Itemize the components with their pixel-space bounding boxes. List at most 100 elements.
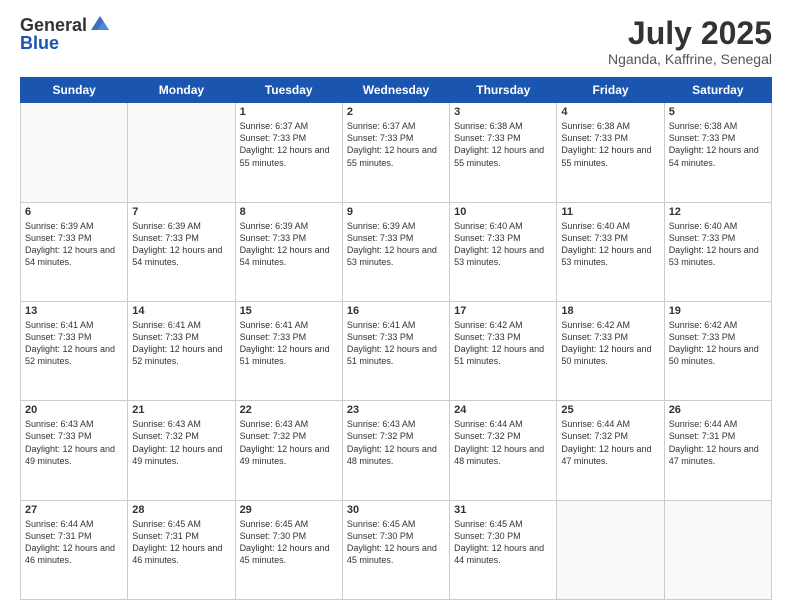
day-info: Sunrise: 6:43 AM Sunset: 7:33 PM Dayligh… — [25, 418, 123, 467]
day-info: Sunrise: 6:40 AM Sunset: 7:33 PM Dayligh… — [561, 220, 659, 269]
calendar-cell: 10 Sunrise: 6:40 AM Sunset: 7:33 PM Dayli… — [450, 202, 557, 301]
calendar-cell: 15 Sunrise: 6:41 AM Sunset: 7:33 PM Dayli… — [235, 301, 342, 400]
day-number: 29 — [240, 504, 338, 516]
calendar-cell: 1 Sunrise: 6:37 AM Sunset: 7:33 PM Daylig… — [235, 103, 342, 202]
day-number: 5 — [669, 106, 767, 118]
day-number: 15 — [240, 305, 338, 317]
calendar-table: SundayMondayTuesdayWednesdayThursdayFrid… — [20, 77, 772, 600]
day-info: Sunrise: 6:37 AM Sunset: 7:33 PM Dayligh… — [347, 120, 445, 169]
calendar-cell: 20 Sunrise: 6:43 AM Sunset: 7:33 PM Dayli… — [21, 401, 128, 500]
calendar-week-1: 1 Sunrise: 6:37 AM Sunset: 7:33 PM Daylig… — [21, 103, 772, 202]
day-info: Sunrise: 6:44 AM Sunset: 7:32 PM Dayligh… — [454, 418, 552, 467]
calendar-cell: 8 Sunrise: 6:39 AM Sunset: 7:33 PM Daylig… — [235, 202, 342, 301]
day-number: 25 — [561, 404, 659, 416]
page: General Blue July 2025 Nganda, Kaffrine,… — [0, 0, 792, 612]
day-info: Sunrise: 6:41 AM Sunset: 7:33 PM Dayligh… — [25, 319, 123, 368]
day-info: Sunrise: 6:44 AM Sunset: 7:31 PM Dayligh… — [25, 518, 123, 567]
day-number: 16 — [347, 305, 445, 317]
day-number: 18 — [561, 305, 659, 317]
day-number: 14 — [132, 305, 230, 317]
day-info: Sunrise: 6:39 AM Sunset: 7:33 PM Dayligh… — [240, 220, 338, 269]
day-number: 4 — [561, 106, 659, 118]
calendar-cell: 28 Sunrise: 6:45 AM Sunset: 7:31 PM Dayli… — [128, 500, 235, 599]
logo: General Blue — [20, 16, 111, 52]
calendar-cell: 4 Sunrise: 6:38 AM Sunset: 7:33 PM Daylig… — [557, 103, 664, 202]
day-number: 28 — [132, 504, 230, 516]
day-info: Sunrise: 6:40 AM Sunset: 7:33 PM Dayligh… — [454, 220, 552, 269]
day-number: 10 — [454, 206, 552, 218]
calendar-cell: 7 Sunrise: 6:39 AM Sunset: 7:33 PM Daylig… — [128, 202, 235, 301]
calendar-cell: 5Sunrise: 6:38 AM Sunset: 7:33 PM Daylig… — [664, 103, 771, 202]
day-number: 1 — [240, 106, 338, 118]
logo-general: General — [20, 16, 87, 34]
calendar-cell: 18Sunrise: 6:42 AM Sunset: 7:33 PM Dayli… — [557, 301, 664, 400]
calendar-cell: 31 Sunrise: 6:45 AM Sunset: 7:30 PM Dayli… — [450, 500, 557, 599]
day-number: 9 — [347, 206, 445, 218]
header: General Blue July 2025 Nganda, Kaffrine,… — [20, 16, 772, 67]
calendar-cell: 26 Sunrise: 6:44 AM Sunset: 7:31 PM Dayli… — [664, 401, 771, 500]
day-info: Sunrise: 6:39 AM Sunset: 7:33 PM Dayligh… — [132, 220, 230, 269]
calendar-cell: 9 Sunrise: 6:39 AM Sunset: 7:33 PM Daylig… — [342, 202, 449, 301]
calendar-cell: 11 Sunrise: 6:40 AM Sunset: 7:33 PM Dayli… — [557, 202, 664, 301]
day-of-week-saturday: Saturday — [664, 78, 771, 103]
calendar-cell: 13 Sunrise: 6:41 AM Sunset: 7:33 PM Dayli… — [21, 301, 128, 400]
day-number: 8 — [240, 206, 338, 218]
day-of-week-sunday: Sunday — [21, 78, 128, 103]
month-year: July 2025 — [608, 16, 772, 51]
calendar-week-3: 13 Sunrise: 6:41 AM Sunset: 7:33 PM Dayli… — [21, 301, 772, 400]
day-number: 13 — [25, 305, 123, 317]
day-number: 11 — [561, 206, 659, 218]
calendar-cell: 24 Sunrise: 6:44 AM Sunset: 7:32 PM Dayli… — [450, 401, 557, 500]
day-info: Sunrise: 6:44 AM Sunset: 7:32 PM Dayligh… — [561, 418, 659, 467]
day-info: Sunrise: 6:42 AM Sunset: 7:33 PM Dayligh… — [454, 319, 552, 368]
calendar-cell — [664, 500, 771, 599]
day-info: Sunrise: 6:41 AM Sunset: 7:33 PM Dayligh… — [240, 319, 338, 368]
day-number: 6 — [25, 206, 123, 218]
day-number: 2 — [347, 106, 445, 118]
calendar-cell: 23Sunrise: 6:43 AM Sunset: 7:32 PM Dayli… — [342, 401, 449, 500]
calendar-cell — [128, 103, 235, 202]
day-info: Sunrise: 6:41 AM Sunset: 7:33 PM Dayligh… — [347, 319, 445, 368]
day-info: Sunrise: 6:37 AM Sunset: 7:33 PM Dayligh… — [240, 120, 338, 169]
day-number: 17 — [454, 305, 552, 317]
calendar-cell: 29 Sunrise: 6:45 AM Sunset: 7:30 PM Dayli… — [235, 500, 342, 599]
day-number: 31 — [454, 504, 552, 516]
calendar-cell: 17 Sunrise: 6:42 AM Sunset: 7:33 PM Dayli… — [450, 301, 557, 400]
day-info: Sunrise: 6:39 AM Sunset: 7:33 PM Dayligh… — [25, 220, 123, 269]
calendar-cell: 21Sunrise: 6:43 AM Sunset: 7:32 PM Dayli… — [128, 401, 235, 500]
day-info: Sunrise: 6:41 AM Sunset: 7:33 PM Dayligh… — [132, 319, 230, 368]
day-info: Sunrise: 6:40 AM Sunset: 7:33 PM Dayligh… — [669, 220, 767, 269]
calendar-cell: 14 Sunrise: 6:41 AM Sunset: 7:33 PM Dayli… — [128, 301, 235, 400]
calendar-cell: 12 Sunrise: 6:40 AM Sunset: 7:33 PM Dayli… — [664, 202, 771, 301]
day-number: 12 — [669, 206, 767, 218]
logo-icon — [89, 12, 111, 34]
day-info: Sunrise: 6:45 AM Sunset: 7:30 PM Dayligh… — [240, 518, 338, 567]
day-info: Sunrise: 6:45 AM Sunset: 7:30 PM Dayligh… — [454, 518, 552, 567]
day-number: 7 — [132, 206, 230, 218]
day-number: 21 — [132, 404, 230, 416]
day-info: Sunrise: 6:45 AM Sunset: 7:30 PM Dayligh… — [347, 518, 445, 567]
day-info: Sunrise: 6:44 AM Sunset: 7:31 PM Dayligh… — [669, 418, 767, 467]
calendar-week-4: 20 Sunrise: 6:43 AM Sunset: 7:33 PM Dayli… — [21, 401, 772, 500]
day-info: Sunrise: 6:43 AM Sunset: 7:32 PM Dayligh… — [240, 418, 338, 467]
day-info: Sunrise: 6:45 AM Sunset: 7:31 PM Dayligh… — [132, 518, 230, 567]
day-of-week-wednesday: Wednesday — [342, 78, 449, 103]
day-info: Sunrise: 6:38 AM Sunset: 7:33 PM Dayligh… — [454, 120, 552, 169]
day-number: 20 — [25, 404, 123, 416]
day-number: 22 — [240, 404, 338, 416]
title-block: July 2025 Nganda, Kaffrine, Senegal — [608, 16, 772, 67]
day-number: 26 — [669, 404, 767, 416]
calendar-cell: 27Sunrise: 6:44 AM Sunset: 7:31 PM Dayli… — [21, 500, 128, 599]
day-info: Sunrise: 6:39 AM Sunset: 7:33 PM Dayligh… — [347, 220, 445, 269]
day-of-week-friday: Friday — [557, 78, 664, 103]
calendar-cell: 3Sunrise: 6:38 AM Sunset: 7:33 PM Daylig… — [450, 103, 557, 202]
calendar-cell: 6 Sunrise: 6:39 AM Sunset: 7:33 PM Daylig… — [21, 202, 128, 301]
day-info: Sunrise: 6:38 AM Sunset: 7:33 PM Dayligh… — [561, 120, 659, 169]
calendar-week-2: 6 Sunrise: 6:39 AM Sunset: 7:33 PM Daylig… — [21, 202, 772, 301]
calendar-cell: 2 Sunrise: 6:37 AM Sunset: 7:33 PM Daylig… — [342, 103, 449, 202]
calendar-cell — [557, 500, 664, 599]
day-number: 24 — [454, 404, 552, 416]
calendar-cell: 30Sunrise: 6:45 AM Sunset: 7:30 PM Dayli… — [342, 500, 449, 599]
calendar-cell: 22 Sunrise: 6:43 AM Sunset: 7:32 PM Dayli… — [235, 401, 342, 500]
calendar-week-5: 27Sunrise: 6:44 AM Sunset: 7:31 PM Dayli… — [21, 500, 772, 599]
